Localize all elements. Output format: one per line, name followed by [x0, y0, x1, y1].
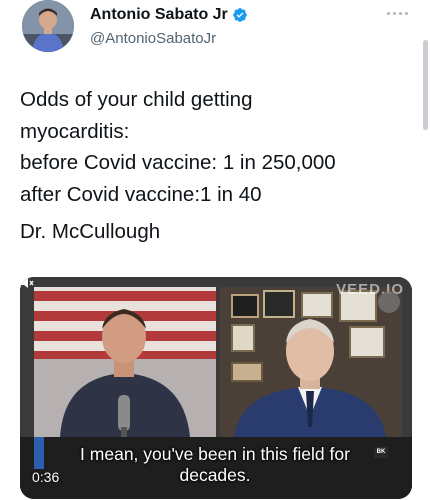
display-name-text: Antonio Sabato Jr — [90, 6, 228, 23]
more-options-icon[interactable] — [386, 8, 408, 18]
video-player[interactable]: VEED.IO I mean, you've been in this fiel… — [20, 277, 412, 499]
bk-badge: BK — [374, 447, 388, 458]
scrollbar-thumb[interactable] — [423, 40, 428, 130]
handle[interactable]: @AntonioSabatoJr — [90, 30, 216, 47]
tweet-text: Odds of your child getting myocarditis: … — [20, 84, 415, 248]
caption-line: decades. — [179, 465, 251, 485]
tweet-line: after Covid vaccine:1 in 40 — [20, 182, 262, 206]
tweet-line: Dr. McCullough — [20, 220, 161, 243]
tweet-line: before Covid vaccine: 1 in 250,000 — [20, 151, 336, 174]
verified-badge-icon — [232, 8, 247, 22]
tweet-line: myocarditis: — [20, 119, 130, 143]
video-caption: I mean, you've been in this field for de… — [60, 444, 370, 486]
caption-line: I mean, you've been in this field for — [80, 444, 350, 464]
avatar[interactable] — [22, 0, 74, 52]
channel-logo-icon — [34, 437, 44, 469]
display-name[interactable]: Antonio Sabato Jr — [90, 6, 248, 24]
video-timestamp: 0:36 — [32, 469, 60, 485]
profile-photo — [22, 0, 74, 52]
settings-gear-icon[interactable] — [378, 291, 400, 313]
tweet-card: Antonio Sabato Jr @AntonioSabatoJr Odds … — [0, 0, 430, 500]
tweet-line: Odds of your child getting — [20, 88, 253, 111]
volume-icon[interactable] — [20, 277, 34, 289]
